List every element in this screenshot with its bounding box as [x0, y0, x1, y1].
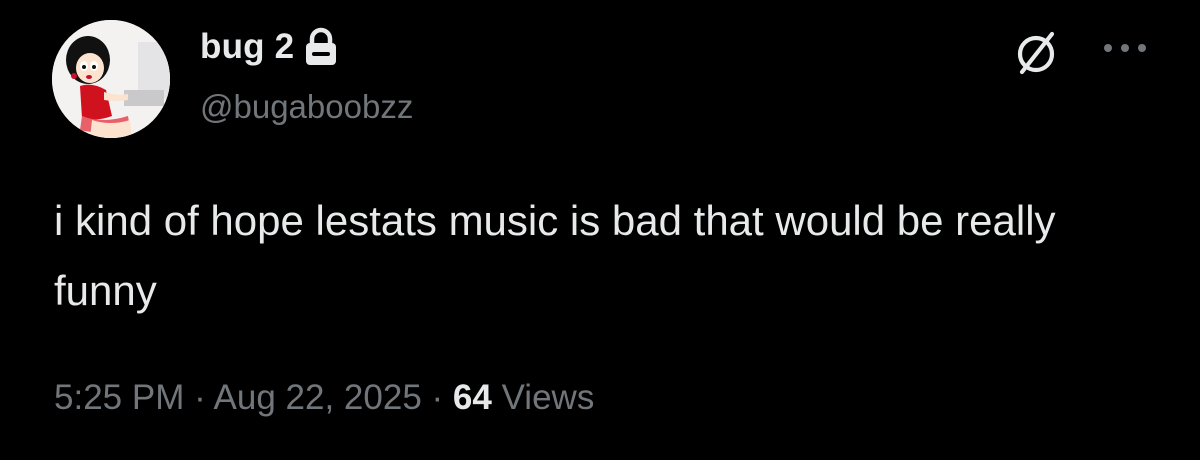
- grok-icon[interactable]: [1010, 26, 1062, 78]
- tweet: bug 2 @bugaboobzz i kind of hope lestats…: [0, 0, 1200, 460]
- tweet-text: i kind of hope lestats music is bad that…: [54, 197, 1056, 314]
- tweet-date[interactable]: Aug 22, 2025: [214, 378, 422, 417]
- meta-separator: ·: [194, 378, 206, 417]
- avatar-image: [52, 20, 170, 138]
- views-label[interactable]: Views: [502, 378, 595, 417]
- lock-icon: [304, 27, 338, 67]
- meta-separator: ·: [431, 378, 444, 417]
- display-name-row: bug 2: [200, 22, 338, 72]
- tweet-time[interactable]: 5:25 PM: [54, 378, 184, 417]
- handle[interactable]: @bugaboobzz: [200, 88, 413, 126]
- avatar[interactable]: [52, 20, 170, 138]
- views-count[interactable]: 64: [453, 378, 492, 417]
- display-name[interactable]: bug 2: [200, 27, 294, 67]
- tweet-meta: 5:25 PM · Aug 22, 2025 · 64 Views: [54, 378, 594, 418]
- more-options-icon[interactable]: [1100, 40, 1150, 56]
